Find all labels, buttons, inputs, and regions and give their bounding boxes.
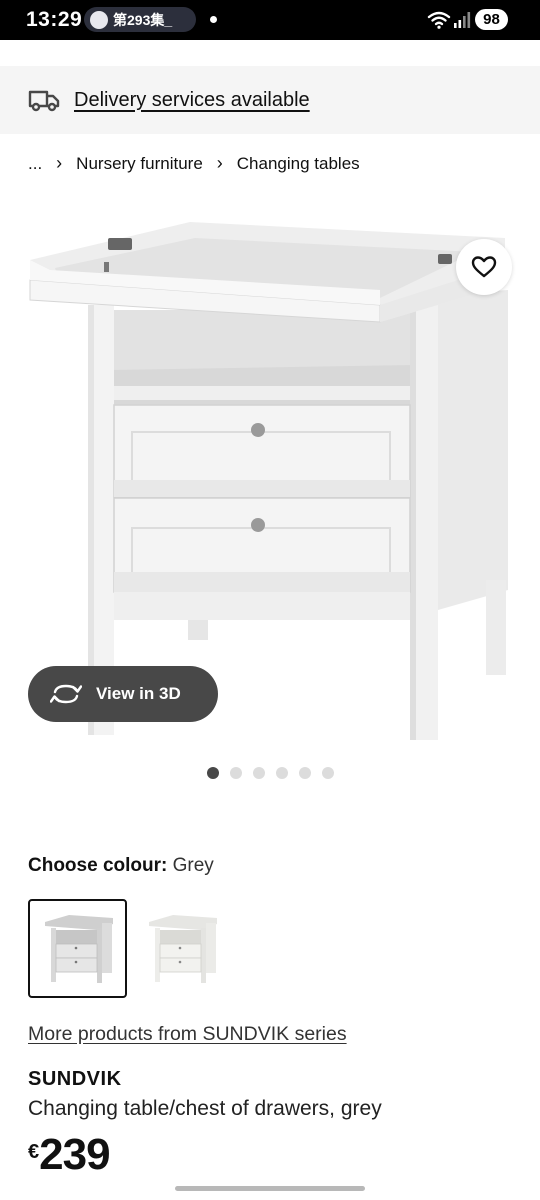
product-price: € 239 [28,1130,111,1179]
colour-swatch-grey[interactable] [28,899,127,998]
status-bar: 13:29 第293集_ 98 [0,0,540,40]
wifi-icon [427,11,451,29]
view-in-3d-button[interactable]: View in 3D [28,666,218,722]
view-in-3d-label: View in 3D [96,684,181,703]
chevron-right-icon: › [216,153,223,173]
notification-text: 第293集_ [113,11,173,28]
colour-chooser-heading: Choose colour: Grey [28,855,214,877]
rotate-icon [50,684,82,704]
colour-label: Choose colour: [28,855,168,876]
carousel-dot[interactable] [299,767,311,779]
breadcrumb-ellipsis[interactable]: ... [28,154,42,174]
swatch-thumbnail [44,914,113,983]
app-icon [90,10,108,29]
delivery-link[interactable]: Delivery services available [74,89,310,112]
carousel-dots [207,767,334,779]
home-indicator[interactable] [175,1186,365,1191]
carousel-dot[interactable] [322,767,334,779]
breadcrumb: ... › Nursery furniture › Changing table… [28,153,360,174]
product-name: SUNDVIK [28,1068,122,1090]
delivery-banner[interactable]: Delivery services available [0,66,540,134]
notification-dot [210,16,217,23]
price-value: 239 [39,1130,110,1179]
chevron-right-icon: › [56,153,63,173]
product-description: Changing table/chest of drawers, grey [28,1097,382,1120]
status-time: 13:29 [26,8,83,31]
swatch-thumbnail [148,914,217,983]
heart-icon [471,256,497,278]
truck-icon [28,90,60,112]
carousel-dot[interactable] [230,767,242,779]
carousel-dot[interactable] [207,767,219,779]
colour-value: Grey [172,855,214,876]
carousel-dot[interactable] [276,767,288,779]
price-currency: € [28,1141,40,1163]
series-link[interactable]: More products from SUNDVIK series [28,1023,347,1046]
battery-icon: 98 [475,9,508,30]
favourite-button[interactable] [456,239,512,295]
signal-icon [454,12,471,28]
colour-swatch-white[interactable] [132,899,231,998]
breadcrumb-item-nursery-furniture[interactable]: Nursery furniture [76,154,203,174]
breadcrumb-item-changing-tables[interactable]: Changing tables [237,154,360,174]
notification-pill[interactable]: 第293集_ [84,7,196,32]
carousel-dot[interactable] [253,767,265,779]
